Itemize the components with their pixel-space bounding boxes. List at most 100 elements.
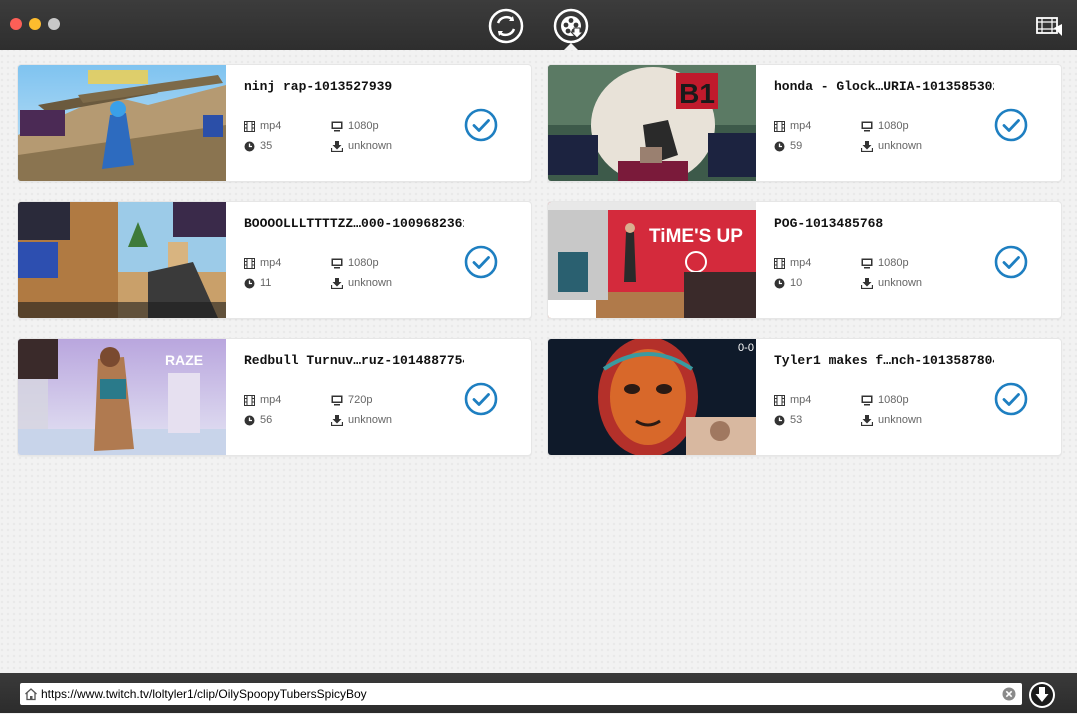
title-bar [0,0,1077,50]
clock-icon [244,415,255,425]
download-arrow-icon [861,277,873,289]
selected-check-icon[interactable] [994,245,1028,279]
film-icon [774,120,785,132]
format-label: mp4 [260,120,282,132]
film-icon [244,257,255,269]
duration-label: 35 [260,140,273,152]
size-info: unknown [331,277,392,289]
size-label: unknown [348,277,393,289]
film-icon [774,394,785,406]
selected-check-icon[interactable] [464,245,498,279]
monitor-icon [331,258,343,268]
selected-check-icon[interactable] [464,108,498,142]
size-info: unknown [861,140,922,152]
active-tab-caret [564,43,578,50]
monitor-icon [331,121,343,131]
format-info: mp4 [774,257,811,269]
thumb-text: RAZE [165,352,203,368]
download-arrow-icon [861,140,873,152]
duration-label: 53 [790,414,803,426]
clip-title: BOOOOLLLTTTTZZ…000-1009682361 [244,216,464,231]
clock-icon [244,141,255,151]
film-icon [244,394,255,406]
clip-thumbnail [18,202,226,318]
maximize-window-button[interactable] [48,18,60,30]
selected-check-icon[interactable] [994,108,1028,142]
url-box [20,683,1022,705]
download-icon[interactable] [553,8,589,44]
bottom-bar [0,673,1077,713]
clip-thumbnail: RAZE [18,339,226,455]
resolution-info: 1080p [331,257,379,269]
size-label: unknown [348,414,393,426]
clip-title: honda - Glock…URIA-1013585302 [774,79,994,94]
format-info: mp4 [774,394,811,406]
clip-card[interactable]: 0-0 Tyler1 makes f…nch-1013587804 mp4 10… [547,338,1062,456]
clip-thumbnail: B1 [548,65,756,181]
size-info: unknown [331,140,392,152]
minimize-window-button[interactable] [29,18,41,30]
film-icon [244,120,255,132]
download-arrow-icon [331,277,343,289]
size-label: unknown [878,277,923,289]
monitor-icon [861,121,873,131]
screen-record-icon[interactable] [1035,14,1065,38]
size-info: unknown [861,414,922,426]
duration-info: 11 [244,277,271,289]
resolution-info: 1080p [861,120,909,132]
home-icon[interactable] [24,687,38,701]
thumb-text: B1 [679,78,715,109]
clip-thumbnail: 0-0 [548,339,756,455]
clip-title: Redbull Turnuv…ruz-1014887754 [244,353,464,368]
format-label: mp4 [790,394,812,406]
resolution-info: 1080p [861,257,909,269]
selected-check-icon[interactable] [994,382,1028,416]
duration-info: 59 [774,140,802,152]
monitor-icon [861,395,873,405]
film-icon [774,257,785,269]
monitor-icon [331,395,343,405]
duration-info: 35 [244,140,272,152]
clear-url-icon[interactable] [1002,687,1016,701]
monitor-icon [861,258,873,268]
format-info: mp4 [244,120,281,132]
clip-card[interactable]: TiME'S UP POG-1013485768 mp4 1080p 10 un… [547,201,1062,319]
clip-card[interactable]: B1 honda - Glock…URIA-1013585302 mp4 108… [547,64,1062,182]
duration-info: 53 [774,414,802,426]
clip-card[interactable]: RAZE Redbull Turnuv…ruz-1014887754 mp4 7… [17,338,532,456]
close-window-button[interactable] [10,18,22,30]
clip-thumbnail: TiME'S UP [548,202,756,318]
clock-icon [774,141,785,151]
clock-icon [244,278,255,288]
resolution-label: 1080p [878,394,909,406]
duration-info: 56 [244,414,272,426]
resolution-label: 1080p [878,257,909,269]
size-label: unknown [878,414,923,426]
clip-title: POG-1013485768 [774,216,884,231]
thumb-text: TiME'S UP [649,226,743,247]
convert-icon[interactable] [488,8,524,44]
resolution-info: 1080p [861,394,909,406]
clip-thumbnail [18,65,226,181]
resolution-label: 1080p [348,257,379,269]
resolution-label: 720p [348,394,373,406]
url-input[interactable] [41,685,991,703]
thumb-text: 0-0 [738,342,754,354]
duration-info: 10 [774,277,802,289]
size-label: unknown [878,140,923,152]
duration-label: 59 [790,140,803,152]
duration-label: 11 [260,277,272,289]
selected-check-icon[interactable] [464,382,498,416]
download-button[interactable] [1028,681,1056,709]
clip-card[interactable]: BOOOOLLLTTTTZZ…000-1009682361 mp4 1080p … [17,201,532,319]
size-info: unknown [861,277,922,289]
format-info: mp4 [774,120,811,132]
format-label: mp4 [260,394,282,406]
resolution-label: 1080p [348,120,379,132]
download-arrow-icon [331,140,343,152]
clip-card[interactable]: ninj rap-1013527939 mp4 1080p 35 unknown [17,64,532,182]
format-info: mp4 [244,394,281,406]
size-info: unknown [331,414,392,426]
format-label: mp4 [260,257,282,269]
format-label: mp4 [790,120,812,132]
